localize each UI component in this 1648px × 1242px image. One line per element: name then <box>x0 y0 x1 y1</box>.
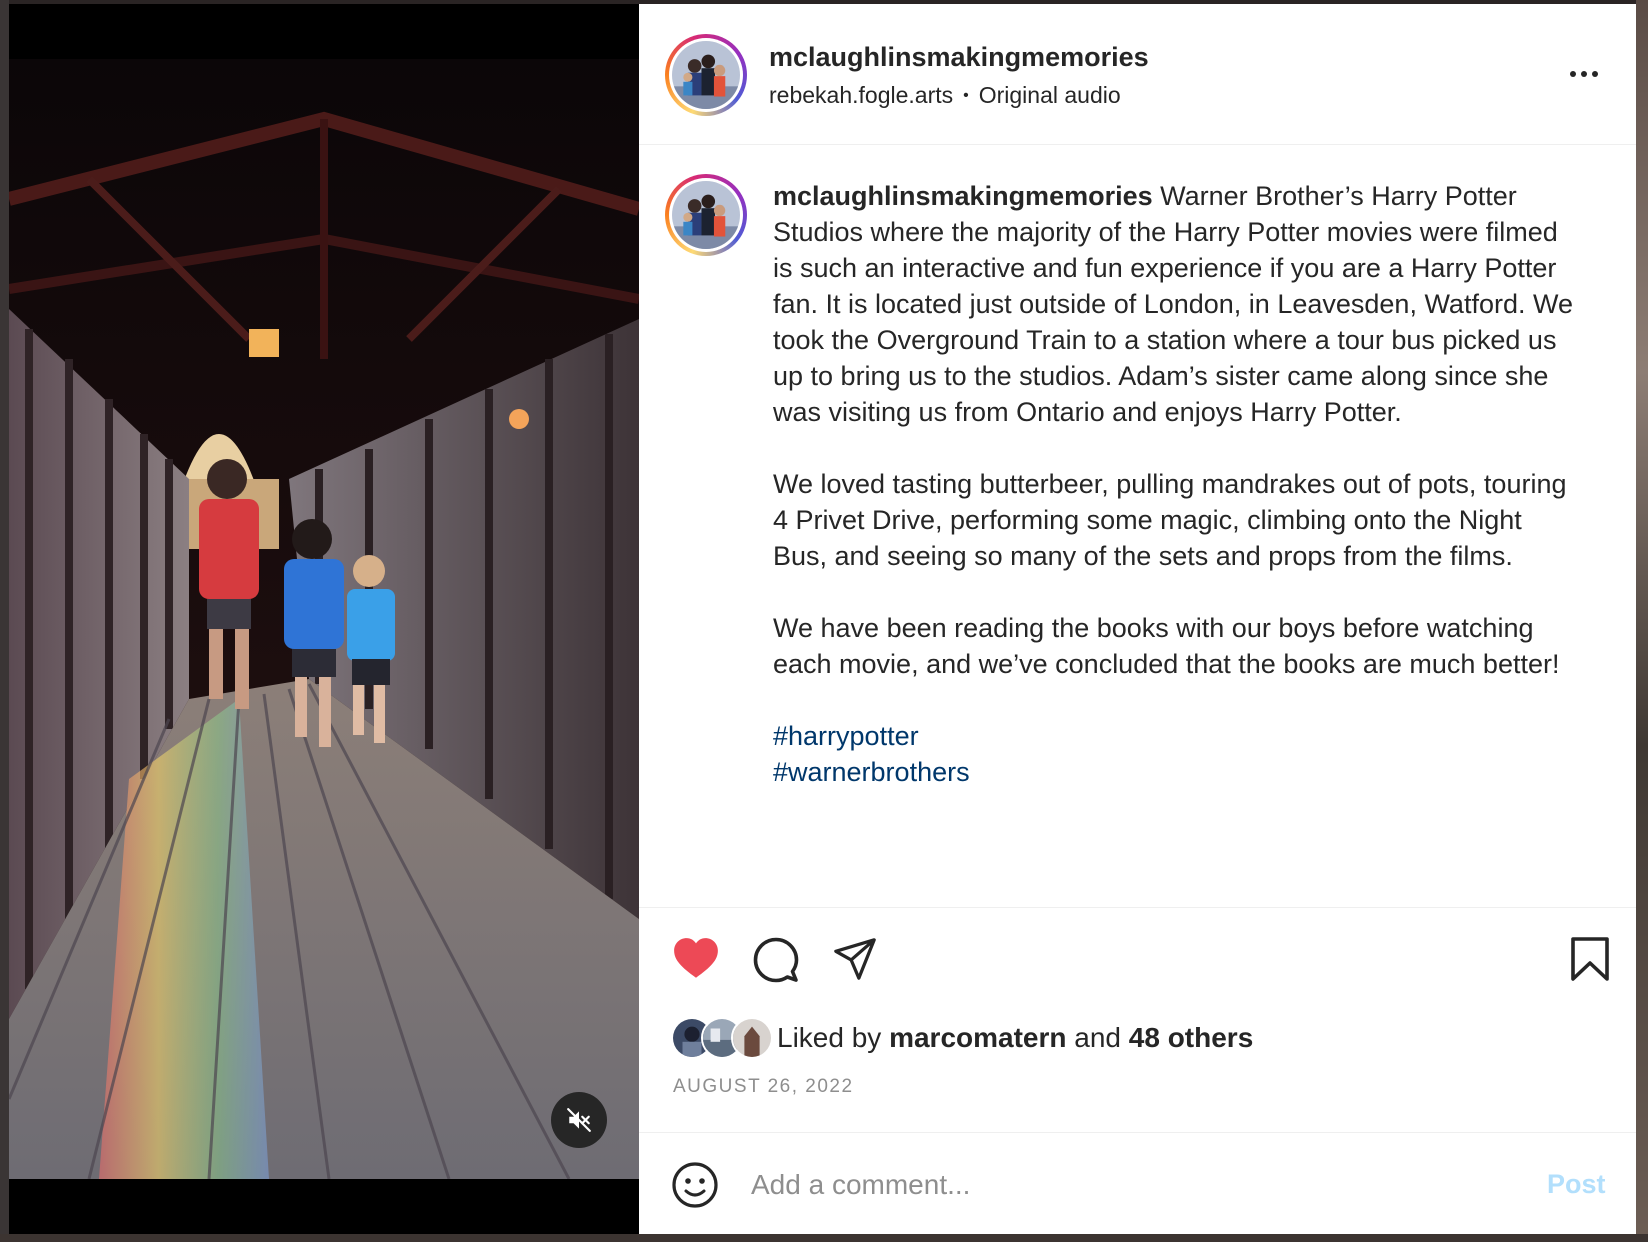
caption-section: mclaughlinsmakingmemories Warner Brother… <box>639 146 1636 907</box>
liker-avatar[interactable] <box>731 1017 773 1059</box>
caption-paragraph: mclaughlinsmakingmemories Warner Brother… <box>773 178 1583 430</box>
caption-paragraph: We have been reading the books with our … <box>773 613 1560 679</box>
add-comment-bar: Post <box>639 1132 1636 1234</box>
hashtag-link[interactable]: #warnerbrothers <box>773 754 1583 790</box>
author-avatar[interactable] <box>665 34 747 116</box>
caption-username[interactable]: mclaughlinsmakingmemories <box>773 181 1153 211</box>
heart-filled-icon <box>674 938 718 978</box>
hashtag-list: #harrypotter #warnerbrothers <box>773 718 1583 790</box>
likes-text: Liked by marcomatern and 48 others <box>777 1022 1253 1054</box>
more-dot <box>1581 71 1587 77</box>
like-button[interactable] <box>671 934 721 984</box>
more-horizontal-icon <box>1570 71 1576 77</box>
caption-author-avatar[interactable] <box>665 174 747 256</box>
background-right-strip <box>1636 0 1648 1242</box>
author-username[interactable]: mclaughlinsmakingmemories <box>769 42 1149 73</box>
separator-dot: • <box>963 86 969 104</box>
bookmark-icon <box>1571 937 1609 981</box>
post-detail-panel: mclaughlinsmakingmemories rebekah.fogle.… <box>639 4 1636 1234</box>
liker-avatars <box>671 1017 773 1059</box>
comment-bubble-icon <box>753 937 799 983</box>
audio-attribution: rebekah.fogle.arts • Original audio <box>769 82 1121 109</box>
emoji-button[interactable] <box>671 1161 719 1209</box>
post-header: mclaughlinsmakingmemories rebekah.fogle.… <box>639 4 1636 145</box>
liked-by-user[interactable]: marcomatern <box>889 1022 1066 1053</box>
more-dot <box>1592 71 1598 77</box>
likes-summary: Liked by marcomatern and 48 others <box>671 1016 1253 1060</box>
more-options-button[interactable] <box>1564 56 1604 92</box>
avatar-photo <box>672 41 740 109</box>
liked-by-others[interactable]: 48 others <box>1129 1022 1254 1053</box>
mute-toggle-button[interactable] <box>551 1092 607 1148</box>
caption-paragraph: We loved tasting butterbeer, pulling man… <box>773 469 1567 571</box>
post-date[interactable]: AUGUST 26, 2022 <box>673 1076 854 1098</box>
smiley-icon <box>672 1162 718 1208</box>
background-bottom-strip <box>0 1234 1648 1242</box>
paper-plane-icon <box>834 938 876 980</box>
hashtag-link[interactable]: #harrypotter <box>773 718 1583 754</box>
comment-button[interactable] <box>752 936 800 984</box>
liked-by-and: and <box>1074 1022 1121 1053</box>
post-comment-button[interactable]: Post <box>1547 1169 1606 1200</box>
share-button[interactable] <box>832 936 878 982</box>
post-video[interactable] <box>9 4 639 1234</box>
background-left-strip <box>0 0 9 1242</box>
post-actions: Liked by marcomatern and 48 others AUGUS… <box>639 907 1636 1132</box>
caption-text: Warner Brother’s Harry Potter Studios wh… <box>773 181 1573 427</box>
audio-author-link[interactable]: rebekah.fogle.arts <box>769 82 953 109</box>
post-caption: mclaughlinsmakingmemories Warner Brother… <box>773 178 1583 790</box>
audio-link[interactable]: Original audio <box>979 82 1121 109</box>
save-button[interactable] <box>1570 936 1610 982</box>
avatar-photo <box>672 181 740 249</box>
speaker-muted-icon <box>567 1108 591 1132</box>
liked-by-label: Liked by <box>777 1022 882 1053</box>
comment-input[interactable] <box>751 1161 1451 1209</box>
video-frame-image <box>9 59 639 1179</box>
